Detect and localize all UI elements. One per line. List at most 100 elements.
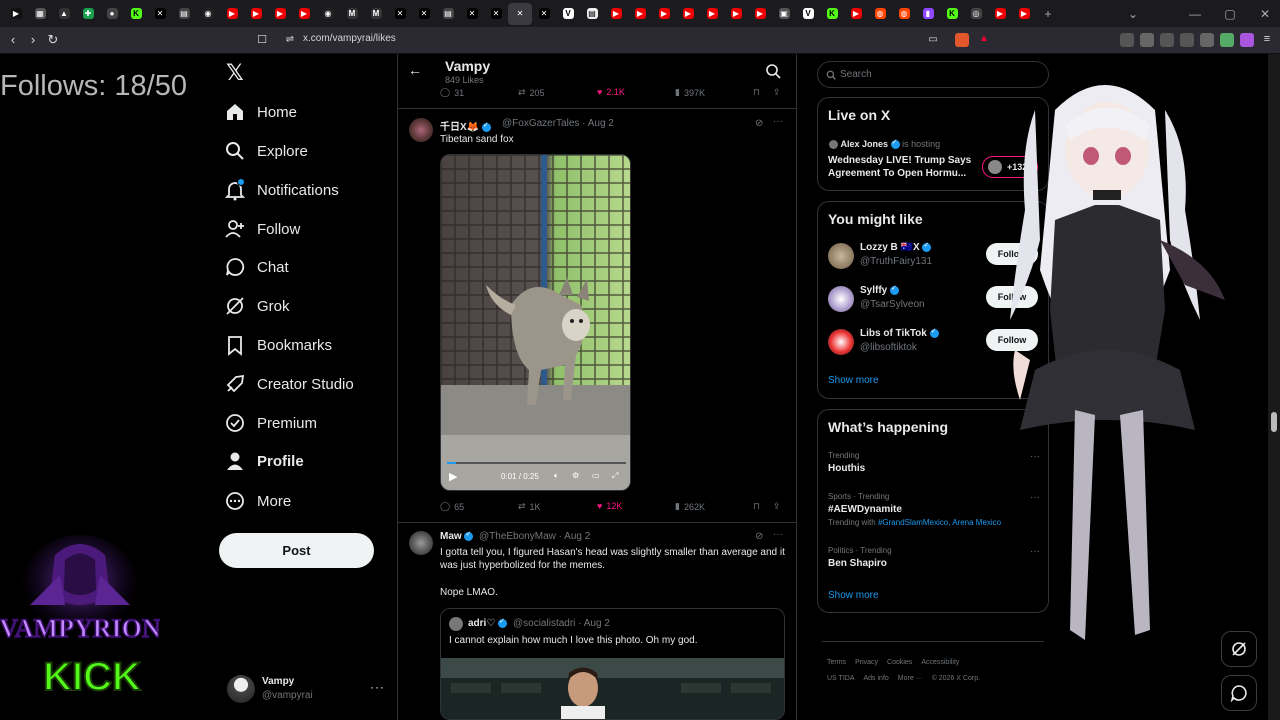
footer-link[interactable]: Terms (827, 659, 846, 666)
extension-icon[interactable] (1240, 33, 1254, 47)
nav-item-more[interactable]: More (224, 484, 291, 518)
scrollbar[interactable] (1268, 54, 1280, 720)
browser-tab[interactable]: ▶ (1012, 3, 1036, 25)
extension-icon[interactable] (1220, 33, 1234, 47)
share-button[interactable]: ⇪ (773, 87, 781, 98)
browser-tab[interactable]: ✕ (508, 2, 532, 25)
browser-tab[interactable]: ▶ (4, 3, 28, 25)
pip-icon[interactable]: ▭ (592, 471, 600, 480)
browser-tab[interactable]: ▶ (628, 3, 652, 25)
picture-in-picture-icon[interactable]: ▭ (925, 32, 941, 48)
tweet-author-name[interactable]: 千日X🦊 (440, 118, 491, 133)
browser-tab[interactable]: ✕ (388, 3, 412, 25)
browser-tab[interactable]: ✕ (148, 3, 172, 25)
more-dots-icon[interactable]: ··· (773, 116, 783, 127)
browser-tab[interactable]: ▶ (604, 3, 628, 25)
nav-item-explore[interactable]: Explore (224, 134, 308, 168)
scrollbar-thumb[interactable] (1271, 412, 1277, 432)
footer-link[interactable]: Ads info (864, 675, 889, 682)
browser-tab[interactable]: M (340, 3, 364, 25)
search-icon[interactable] (765, 63, 781, 79)
browser-tab[interactable]: K (124, 3, 148, 25)
browser-tab[interactable]: ✕ (412, 3, 436, 25)
nav-item-creator-studio[interactable]: Creator Studio (224, 367, 354, 401)
tab-list-icon[interactable]: ⌄ (1118, 0, 1148, 27)
minimize-button[interactable]: — (1180, 0, 1210, 27)
repost-button[interactable]: ⇄ 1K (518, 501, 541, 512)
x-logo-icon[interactable]: 𝕏 (226, 62, 246, 84)
browser-tab[interactable]: ◉ (316, 3, 340, 25)
brave-shield-icon[interactable] (955, 33, 969, 47)
grok-button[interactable] (1221, 631, 1257, 667)
views-button[interactable]: ▮ 262K (675, 501, 705, 512)
browser-tab[interactable]: ▤ (580, 3, 604, 25)
footer-link[interactable]: Cookies (887, 659, 912, 666)
like-button[interactable]: ♥ 2.1K (597, 87, 625, 97)
browser-tab[interactable]: K (940, 3, 964, 25)
browser-tab[interactable]: ▣ (772, 3, 796, 25)
settings-icon[interactable]: ⚙ (572, 471, 579, 480)
sidebar-icon[interactable] (1160, 33, 1174, 47)
footer-link[interactable]: Privacy (855, 659, 878, 666)
footer-link[interactable]: Accessibility (921, 659, 959, 666)
back-arrow-icon[interactable]: ‹ (5, 32, 21, 48)
footer-link[interactable]: US TIDA (827, 675, 855, 682)
account-switcher[interactable]: Vampy @vampyrai ··· (225, 673, 385, 707)
browser-tab[interactable]: ✕ (484, 3, 508, 25)
reply-button[interactable]: ◯ 31 (440, 87, 464, 98)
close-window-button[interactable]: ✕ (1250, 0, 1280, 27)
browser-tab[interactable]: M (364, 3, 388, 25)
quoted-tweet[interactable]: adri♡ @socialistadri · Aug 2 I cannot ex… (440, 608, 785, 720)
tweet-handle[interactable]: @FoxGazerTales · Aug 2 (502, 118, 614, 129)
like-button[interactable]: ♥ 12K (597, 501, 622, 511)
site-info-icon[interactable]: ⇌ (282, 32, 298, 48)
browser-tab[interactable]: V (796, 3, 820, 25)
nav-item-follow[interactable]: Follow (224, 212, 300, 246)
nav-item-profile[interactable]: Profile (224, 444, 304, 478)
bookmark-button[interactable]: ⊓ (753, 87, 760, 98)
grok-icon[interactable]: ⊘ (755, 118, 763, 129)
live-stream-title[interactable]: Wednesday LIVE! Trump Says Agreement To … (828, 154, 978, 180)
quote-photo[interactable] (441, 658, 784, 719)
footer-link[interactable]: More ··· (898, 675, 923, 682)
browser-tab[interactable]: ▦ (28, 3, 52, 25)
nav-item-chat[interactable]: Chat (224, 250, 289, 284)
forward-arrow-icon[interactable]: › (25, 32, 41, 48)
browser-tab[interactable]: ▶ (244, 3, 268, 25)
browser-tab[interactable]: ◉ (196, 3, 220, 25)
browser-tab[interactable]: K (820, 3, 844, 25)
views-button[interactable]: ▮ 397K (675, 87, 705, 98)
nav-item-home[interactable]: Home (224, 95, 297, 129)
more-dots-icon[interactable]: ··· (773, 529, 783, 540)
share-button[interactable]: ⇪ (773, 501, 781, 512)
show-more-link[interactable]: Show more (828, 590, 879, 601)
browser-tab[interactable]: ▶ (748, 3, 772, 25)
browser-tab[interactable]: ▶ (268, 3, 292, 25)
extension-icon[interactable] (1140, 33, 1154, 47)
fullscreen-icon[interactable]: ⤢ (612, 471, 618, 481)
back-arrow-icon[interactable]: ← (408, 62, 422, 78)
volume-icon[interactable]: 🔈︎ (554, 471, 559, 481)
wallet-icon[interactable] (1180, 33, 1194, 47)
nav-item-bookmarks[interactable]: Bookmarks (224, 328, 332, 362)
browser-tab[interactable]: ▶ (652, 3, 676, 25)
show-more-link[interactable]: Show more (828, 375, 879, 386)
browser-tab[interactable]: ✕ (460, 3, 484, 25)
browser-tab[interactable]: ▶ (292, 3, 316, 25)
bookmark-button[interactable]: ⊓ (753, 501, 760, 512)
reply-button[interactable]: ◯ 65 (440, 501, 464, 512)
browser-tab[interactable]: ✕ (532, 3, 556, 25)
nav-item-premium[interactable]: Premium (224, 406, 317, 440)
extension-icon[interactable] (1200, 33, 1214, 47)
bookmark-page-icon[interactable]: ☐ (254, 32, 270, 48)
live-host[interactable]: Alex Jones is hosting (829, 138, 940, 150)
play-icon[interactable]: ▶ (449, 470, 457, 483)
browser-tab[interactable]: ▶ (700, 3, 724, 25)
url-text[interactable]: x.com/vampyrai/likes (303, 33, 396, 44)
video-player[interactable]: ▶ 0:01 / 0:25 🔈︎ ⚙ ▭ ⤢ (440, 154, 631, 491)
reload-icon[interactable]: ↻ (45, 32, 61, 48)
browser-tab[interactable]: ▶ (220, 3, 244, 25)
grok-icon[interactable]: ⊘ (755, 531, 763, 542)
browser-tab[interactable]: ◎ (964, 3, 988, 25)
more-dots-icon[interactable]: ··· (370, 680, 385, 694)
